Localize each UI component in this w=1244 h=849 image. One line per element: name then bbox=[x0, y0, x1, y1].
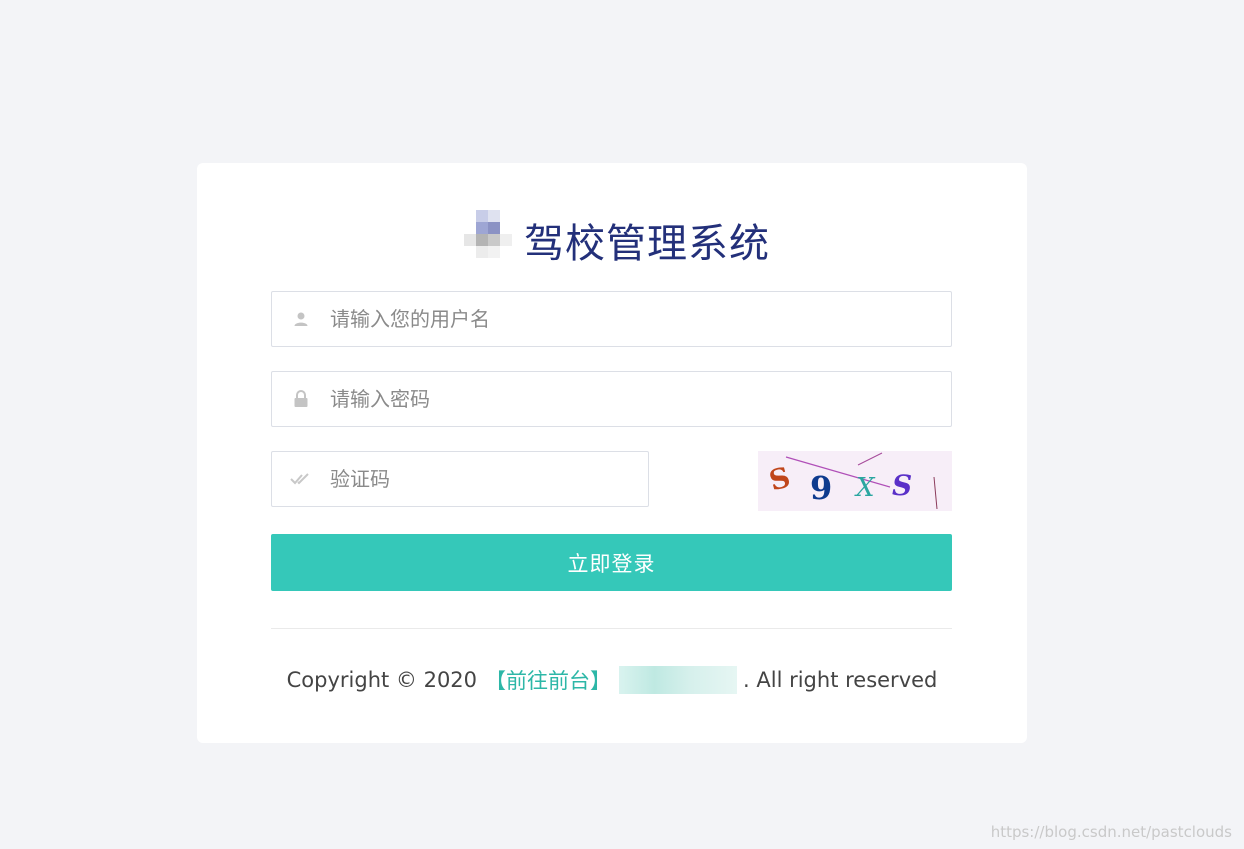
lock-icon bbox=[272, 390, 330, 408]
copyright-text: Copyright © 2020 bbox=[286, 668, 478, 692]
login-card: 驾校管理系统 请输入您的用户名 验证码 S 9 X S 立即登录 Copyrig… bbox=[197, 163, 1027, 743]
svg-text:X: X bbox=[854, 473, 876, 503]
frontend-link[interactable]: 【前往前台】 bbox=[485, 665, 611, 695]
page-title: 驾校管理系统 bbox=[524, 221, 770, 267]
user-icon bbox=[272, 311, 330, 327]
svg-text:S: S bbox=[892, 469, 912, 502]
captcha-input[interactable] bbox=[330, 452, 648, 506]
captcha-field[interactable] bbox=[271, 451, 649, 507]
password-field[interactable] bbox=[271, 371, 952, 427]
divider bbox=[271, 628, 952, 629]
check-icon bbox=[272, 472, 330, 486]
redacted-text bbox=[619, 666, 738, 694]
login-page: 驾校管理系统 请输入您的用户名 验证码 S 9 X S 立即登录 Copyrig… bbox=[0, 0, 1244, 849]
password-input[interactable] bbox=[330, 372, 951, 426]
footer-suffix: . All right reserved bbox=[743, 668, 938, 692]
login-button[interactable]: 立即登录 bbox=[271, 534, 952, 591]
svg-text:9: 9 bbox=[810, 469, 832, 507]
svg-text:S: S bbox=[766, 460, 794, 497]
username-input[interactable] bbox=[330, 292, 951, 346]
username-field[interactable] bbox=[271, 291, 952, 347]
captcha-image[interactable]: S 9 X S bbox=[758, 451, 952, 511]
footer: Copyright © 2020 【前往前台】 . All right rese… bbox=[197, 663, 1027, 697]
brand: 驾校管理系统 bbox=[197, 205, 1027, 275]
watermark: https://blog.csdn.net/pastclouds bbox=[990, 823, 1232, 841]
logo bbox=[454, 210, 516, 270]
